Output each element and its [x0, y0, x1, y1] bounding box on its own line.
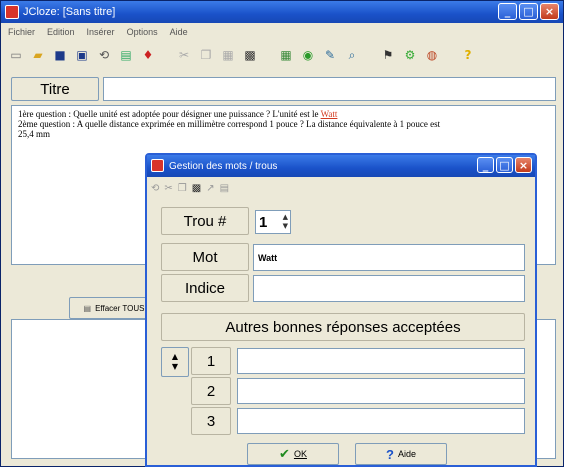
print-icon[interactable]: ✎ [322, 47, 338, 63]
paste-icon[interactable]: ▩ [192, 183, 201, 194]
save-icon[interactable]: ■ [52, 47, 68, 63]
undo-icon[interactable]: ⟲ [151, 183, 159, 194]
gap-number-label: Trou # [161, 207, 249, 235]
clear-all-icon: ▤ [83, 303, 92, 313]
alternate-input-1[interactable] [237, 348, 525, 374]
paste-icon[interactable]: ▦ [220, 47, 236, 63]
word-label: Mot [161, 243, 249, 271]
list-icon[interactable]: ▤ [220, 183, 229, 194]
dialog-close-button[interactable]: × [515, 157, 532, 173]
help-icon[interactable]: ? [460, 47, 476, 63]
scroll-down-icon[interactable]: ▼ [172, 362, 178, 372]
menu-insert[interactable]: Insérer [87, 27, 115, 37]
dialog-title-bar[interactable]: Gestion des mots / trous _ □ × [147, 155, 535, 177]
menu-options[interactable]: Options [127, 27, 158, 37]
export-icon[interactable]: ▦ [278, 47, 294, 63]
question-icon: ? [386, 446, 394, 462]
copy-icon[interactable]: ❐ [198, 47, 214, 63]
menu-file[interactable]: Fichier [8, 27, 35, 37]
alternate-input-2[interactable] [237, 378, 525, 404]
dialog-title: Gestion des mots / trous [169, 160, 278, 172]
help-label: Aide [397, 449, 416, 459]
globe-icon[interactable]: ◍ [424, 47, 440, 63]
maximize-button[interactable]: □ [519, 3, 538, 20]
open-icon[interactable]: ▰ [30, 47, 46, 63]
app-icon [5, 5, 19, 19]
gap-number-spinner[interactable]: ▲ ▼ [283, 213, 288, 231]
title-label: Titre [11, 77, 99, 101]
web-icon[interactable]: ◉ [300, 47, 316, 63]
exercise-line-3: 25,4 mm [18, 129, 51, 139]
clear-all-label: Effacer TOUS [95, 303, 145, 313]
help-button[interactable]: ? Aide [355, 443, 447, 465]
word-input[interactable]: Watt [253, 244, 525, 271]
clear-icon[interactable]: ▤ [118, 47, 134, 63]
exercise-line-1: 1ère question : Quelle unité est adoptée… [18, 109, 549, 119]
new-icon[interactable]: ▭ [8, 47, 24, 63]
arrow-icon[interactable]: ↗ [206, 183, 214, 194]
find-icon[interactable]: ▩ [242, 47, 258, 63]
ok-button[interactable]: ✔ OK [247, 443, 339, 465]
clue-input[interactable] [253, 275, 525, 302]
undo-icon[interactable]: ⟲ [96, 47, 112, 63]
config-icon[interactable]: ⚑ [380, 47, 396, 63]
title-input[interactable] [103, 77, 556, 101]
window-title: JCloze: [Sans titre] [23, 6, 116, 18]
gap-number-input[interactable]: 1 ▲ ▼ [255, 210, 291, 234]
save-as-icon[interactable]: ▣ [74, 47, 90, 63]
close-button[interactable]: × [540, 3, 559, 20]
alternates-scroll-spinner[interactable]: ▲ ▼ [161, 347, 189, 377]
dialog-app-icon [151, 159, 164, 172]
line1-text: 1ère question : Quelle unité est adoptée… [18, 109, 319, 119]
alternate-index-2: 2 [191, 377, 231, 405]
menu-help[interactable]: Aide [170, 27, 188, 37]
scroll-up-icon[interactable]: ▲ [172, 352, 178, 362]
exercise-line-2: 2ème question : A quelle distance exprim… [18, 119, 441, 129]
alternate-index-1: 1 [191, 347, 231, 375]
cut-icon[interactable]: ✂ [176, 47, 192, 63]
dialog-minimize-button[interactable]: _ [477, 157, 494, 173]
alternate-input-3[interactable] [237, 408, 525, 434]
alternate-index-3: 3 [191, 407, 231, 435]
dialog-maximize-button[interactable]: □ [496, 157, 513, 173]
toolbar: ▭ ▰ ■ ▣ ⟲ ▤ ♦ ✂ ❐ ▦ ▩ ▦ ◉ ✎ ⌕ ⚑ ⚙ ◍ ? [2, 41, 562, 69]
gap-dialog: Gestion des mots / trous _ □ × ⟲ ✂ ❐ ▩ ↗… [145, 153, 537, 467]
copy-icon[interactable]: ❐ [178, 183, 187, 194]
ok-label: OK [293, 449, 307, 459]
check-icon: ✔ [279, 446, 290, 462]
settings-icon[interactable]: ⚙ [402, 47, 418, 63]
alternates-header: Autres bonnes réponses acceptées [161, 313, 525, 341]
gap-icon[interactable]: ♦ [140, 47, 156, 63]
clue-label: Indice [161, 274, 249, 302]
minimize-button[interactable]: _ [498, 3, 517, 20]
gap-number-value: 1 [259, 213, 268, 231]
main-title-bar[interactable]: JCloze: [Sans titre] _ □ × [1, 1, 563, 23]
menu-bar: Fichier Edition Insérer Options Aide [2, 24, 562, 40]
gap-word[interactable]: Watt [321, 109, 338, 119]
dialog-toolbar: ⟲ ✂ ❐ ▩ ↗ ▤ [151, 179, 531, 197]
scissors-icon[interactable]: ✂ [164, 183, 172, 194]
menu-edit[interactable]: Edition [47, 27, 75, 37]
preview-icon[interactable]: ⌕ [344, 47, 360, 63]
